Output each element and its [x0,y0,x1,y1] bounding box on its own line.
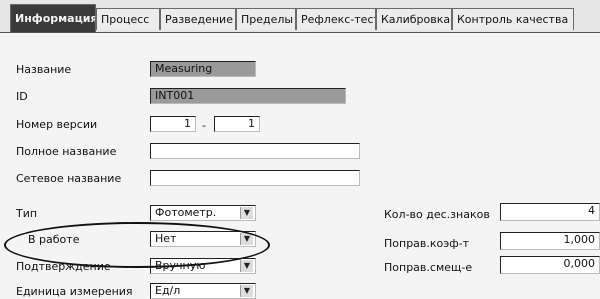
tab-calibration[interactable]: Калибровка [376,8,452,30]
network-name-field[interactable] [150,170,360,186]
full-name-field[interactable] [150,143,360,159]
tab-bar: Информация Процесс Разведение Пределы Ре… [0,0,600,36]
confirmation-select-value: Вручную [155,259,206,272]
chevron-down-icon[interactable]: ▼ [240,207,253,219]
decimals-field[interactable]: 4 [500,203,600,221]
decimals-label: Кол-во дес.знаков [384,208,490,221]
type-select[interactable]: Фотометр. ▼ [150,205,256,221]
information-panel: Название Measuring ID INT001 Номер верси… [0,32,600,299]
type-label: Тип [16,207,38,220]
chevron-down-icon[interactable]: ▼ [240,233,253,245]
in-work-select[interactable]: Нет ▼ [150,231,256,247]
correction-shift-label: Поправ.смещ-е [384,261,473,274]
correction-shift-field[interactable]: 0,000 [500,256,600,274]
unit-select[interactable]: Ед/л ▼ [150,283,256,299]
name-label: Название [16,63,72,76]
confirmation-select[interactable]: Вручную ▼ [150,258,256,274]
id-field[interactable]: INT001 [150,88,346,104]
version-major-field[interactable]: 1 [150,116,196,132]
network-name-label: Сетевое название [16,172,122,185]
id-label: ID [16,90,28,103]
confirmation-label: Подтверждение [16,260,111,273]
version-minor-field[interactable]: 1 [214,116,260,132]
correction-coefficient-field[interactable]: 1,000 [500,232,600,250]
chevron-down-icon[interactable]: ▼ [240,260,253,272]
type-select-value: Фотометр. [155,206,217,219]
in-work-label: В работе [28,233,80,246]
in-work-select-value: Нет [155,232,177,245]
chevron-down-icon[interactable]: ▼ [240,285,253,297]
unit-label: Единица измерения [16,285,133,298]
tab-information[interactable]: Информация [10,4,96,32]
full-name-label: Полное название [16,145,117,158]
tab-dilution[interactable]: Разведение [160,8,236,30]
unit-select-value: Ед/л [155,284,181,297]
tab-reflex-test[interactable]: Рефлекс-тест [296,8,376,30]
correction-coefficient-label: Поправ.коэф-т [384,237,470,250]
tab-quality-control[interactable]: Контроль качества [452,8,574,30]
version-label: Номер версии [16,118,98,131]
name-field[interactable]: Measuring [150,61,256,77]
tab-limits[interactable]: Пределы [236,8,296,30]
tab-process[interactable]: Процесс [96,8,160,30]
version-separator: - [202,119,206,132]
